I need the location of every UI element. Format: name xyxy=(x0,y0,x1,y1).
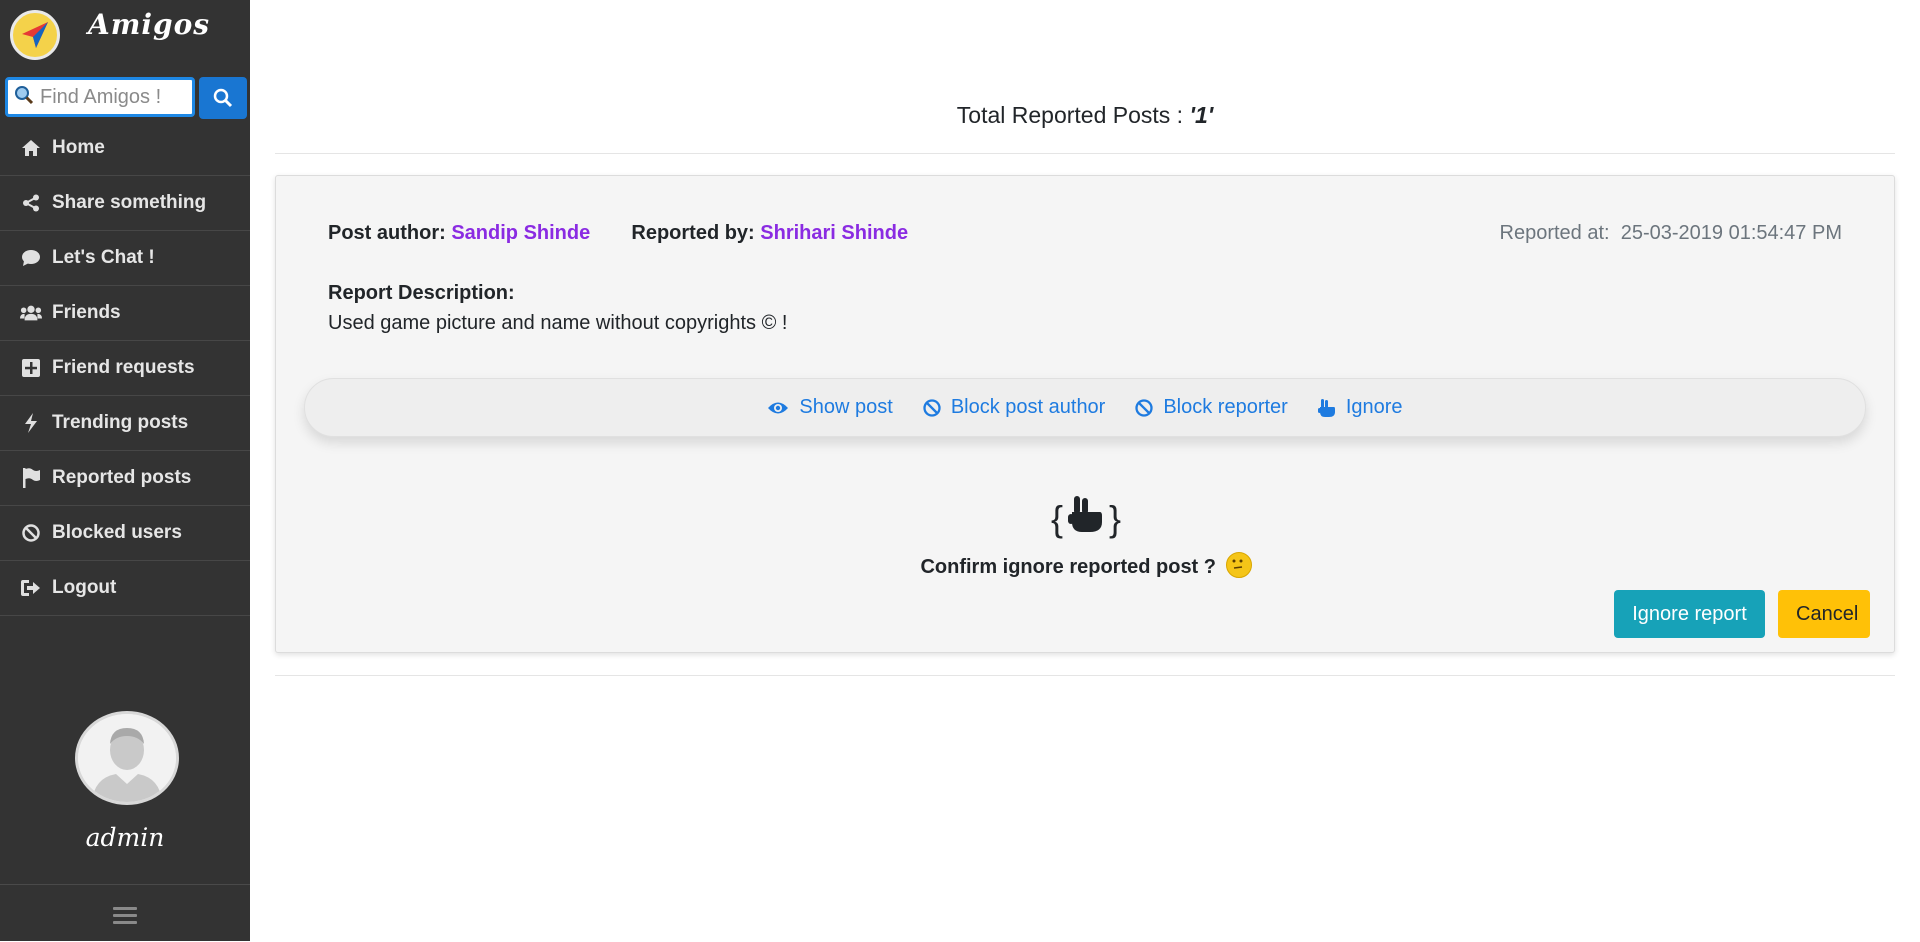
block-reporter-button[interactable]: Block reporter xyxy=(1135,396,1288,419)
sidebar-item-label: Share something xyxy=(52,192,207,213)
divider-top xyxy=(275,153,1895,154)
reported-at: Reported at: 25-03-2019 01:54:47 PM xyxy=(1500,222,1842,245)
reported-at-label: Reported at: xyxy=(1499,222,1610,244)
sidebar-item-label: Friends xyxy=(52,302,121,323)
sidebar-item-blocked[interactable]: Blocked users xyxy=(0,506,250,561)
logo-icon[interactable] xyxy=(10,10,60,60)
sidebar-item-label: Reported posts xyxy=(52,467,192,488)
ban-icon xyxy=(1135,398,1153,417)
sidebar-item-reported[interactable]: Reported posts xyxy=(0,451,250,506)
sidebar-item-friends[interactable]: Friends xyxy=(0,286,250,341)
sidebar-item-label: Trending posts xyxy=(52,412,189,433)
report-card: Post author: Sandip Shinde Reported by: … xyxy=(275,175,1895,653)
hand-peace-icon xyxy=(1067,494,1105,543)
sign-out-icon xyxy=(20,577,42,599)
sidebar-item-label: Home xyxy=(52,137,105,158)
block-author-button[interactable]: Block post author xyxy=(923,396,1106,419)
confirm-icon-group: { } xyxy=(276,494,1896,543)
action-bar: Show post Block post author Block report… xyxy=(304,378,1866,437)
hand-peace-icon xyxy=(1317,398,1336,418)
flag-icon xyxy=(20,467,42,489)
sidebar-item-chat[interactable]: Let's Chat ! xyxy=(0,231,250,286)
sidebar-item-home[interactable]: Home xyxy=(0,121,250,176)
total-value: '1' xyxy=(1189,102,1214,128)
eye-icon xyxy=(767,400,789,416)
sidebar-item-friend-requests[interactable]: Friend requests xyxy=(0,341,250,396)
description-text: Used game picture and name without copyr… xyxy=(328,312,788,334)
search-button[interactable] xyxy=(199,77,247,119)
brace-open: { xyxy=(1050,497,1063,539)
ban-icon xyxy=(923,398,941,417)
share-icon xyxy=(20,192,42,214)
show-post-button[interactable]: Show post xyxy=(767,396,893,419)
brand-name[interactable]: Amigos xyxy=(88,8,210,41)
author-name[interactable]: Sandip Shinde xyxy=(451,222,590,244)
chat-icon xyxy=(20,247,42,269)
plus-square-icon xyxy=(20,357,42,379)
description-label: Report Description: xyxy=(328,282,515,304)
sidebar-item-logout[interactable]: Logout xyxy=(0,561,250,616)
block-author-label: Block post author xyxy=(950,396,1106,418)
search-bar xyxy=(5,77,248,119)
sidebar-nav: Home Share something Let's Chat ! Friend… xyxy=(0,121,250,616)
bolt-icon xyxy=(20,412,42,434)
show-post-label: Show post xyxy=(799,396,893,418)
reported-at-value: 25-03-2019 01:54:47 PM xyxy=(1620,222,1842,244)
search-icon xyxy=(213,88,233,108)
ignore-label: Ignore xyxy=(1345,396,1403,418)
ban-icon xyxy=(20,522,42,544)
ignore-button[interactable]: Ignore xyxy=(1317,396,1403,419)
reporter-name[interactable]: Shrihari Shinde xyxy=(760,222,908,244)
sidebar-footer xyxy=(0,884,250,942)
divider-bottom xyxy=(275,675,1895,676)
sidebar-item-trending[interactable]: Trending posts xyxy=(0,396,250,451)
report-meta: Post author: Sandip Shinde Reported by: … xyxy=(328,222,908,245)
total-reported-posts: Total Reported Posts : '1' xyxy=(275,102,1895,129)
reporter-label: Reported by: xyxy=(631,222,755,244)
sidebar-item-label: Friend requests xyxy=(52,357,195,378)
magnifier-icon xyxy=(14,85,34,110)
confirm-message: Confirm ignore reported post ? xyxy=(276,552,1896,579)
hamburger-icon[interactable] xyxy=(113,907,137,928)
total-label: Total Reported Posts : xyxy=(956,102,1190,128)
home-icon xyxy=(20,137,42,159)
sidebar: Amigos Home xyxy=(0,0,250,941)
cancel-button[interactable]: Cancel xyxy=(1778,590,1870,638)
main-content: Total Reported Posts : '1' Post author: … xyxy=(275,0,1895,941)
avatar[interactable] xyxy=(75,711,179,805)
search-input[interactable] xyxy=(38,84,192,110)
sidebar-item-label: Blocked users xyxy=(52,522,182,543)
sidebar-item-label: Logout xyxy=(52,577,117,598)
brand: Amigos xyxy=(0,0,250,72)
username: admin xyxy=(85,823,165,852)
users-icon xyxy=(20,302,42,324)
author-label: Post author: xyxy=(328,222,446,244)
thinking-emoji-icon xyxy=(1225,552,1252,578)
block-reporter-label: Block reporter xyxy=(1163,396,1288,418)
sidebar-item-label: Let's Chat ! xyxy=(52,247,155,268)
brace-close: } xyxy=(1109,497,1122,539)
sidebar-item-share[interactable]: Share something xyxy=(0,176,250,231)
ignore-report-button[interactable]: Ignore report xyxy=(1614,590,1765,638)
search-field[interactable] xyxy=(5,77,195,117)
confirm-text: Confirm ignore reported post ? xyxy=(920,556,1216,578)
